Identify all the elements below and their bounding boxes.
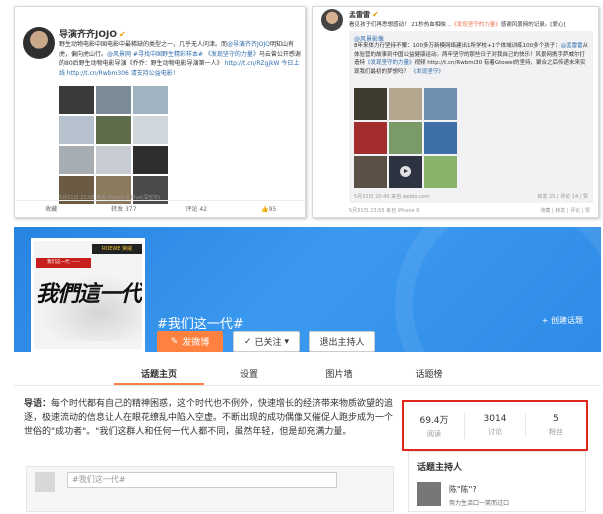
photo-thumbnail[interactable] [96, 116, 131, 144]
host-panel-title: 话题主持人 [417, 463, 463, 473]
caret-down-icon: ▾ [284, 336, 290, 347]
cover-title: 我們這一代 [36, 281, 142, 307]
topic-tabs: 话题主页 设置 图片墙 话题榜 [14, 365, 601, 386]
stat-reads: 69.4万 阅读 [404, 412, 465, 439]
tab-topic-ranking[interactable]: 话题榜 [384, 365, 474, 385]
mention-link[interactable]: @孟雷雷 [561, 43, 583, 49]
photo-thumbnail[interactable] [424, 156, 457, 188]
post-author[interactable]: 孟雷雷 ✔ [349, 10, 379, 20]
weibo-post-left: 导演齐齐JOJO ✔ 野生动物电影中国电影中最稀缺的类型之一，几乎无人问津。而@导… [14, 6, 306, 218]
host-avatar[interactable] [417, 482, 441, 506]
reposted-content: @风景影像 8年来体力行坚持不懈：100多万新模网络建出1所学校+1个体域训练1… [349, 31, 593, 203]
check-icon: ✓ [243, 336, 252, 347]
compose-box: #我们这一代# [26, 466, 394, 512]
favorite-button[interactable]: 收藏 [15, 201, 88, 217]
post-timestamp[interactable]: 5月31日 23:55 来自 iPhone 6 [349, 207, 419, 214]
photo-thumbnail[interactable] [59, 146, 94, 174]
play-icon[interactable] [400, 166, 411, 177]
photo-thumbnail[interactable] [133, 116, 168, 144]
photo-thumbnail[interactable] [389, 156, 422, 188]
cover-badge: 我们这一代 —— [36, 258, 91, 268]
stat-fans: 5 粉丝 [549, 414, 563, 436]
post-action-bar: 收藏 转发 377 评论 42 👍95 [15, 200, 305, 217]
tab-settings[interactable]: 设置 [204, 365, 294, 385]
weibo-post-right: 孟雷雷 ✔ 看见孩子们再思想感动！ 21秒热血相映…《发现坚守的力量》感谢风景网的… [312, 6, 599, 218]
topic-stats: 69.4万 阅读 3014 讨论 5 粉丝 [402, 400, 588, 451]
create-topic-link[interactable]: + 创建话题 [542, 315, 583, 326]
stat-discussions: 3014 讨论 [465, 414, 526, 437]
repost-button[interactable]: 转发 377 [88, 201, 161, 217]
topic-link[interactable]: 《发现坚守的力量》 [365, 60, 415, 66]
photo-grid [354, 88, 457, 188]
repost-counts[interactable]: 转发 25 | 评论 14 | 赞 [537, 193, 588, 200]
host-name[interactable]: 陈"陈"? [449, 484, 477, 495]
mention-link[interactable]: @导演齐齐JOJO [227, 41, 270, 48]
topic-intro: 导语：每个时代都有自己的精神困惑，这个时代也不例外，快速增长的经济带来物质欲望的… [24, 399, 394, 437]
photo-grid [59, 86, 168, 204]
tab-photo-wall[interactable]: 图片墙 [294, 365, 384, 385]
post-action-bar[interactable]: 收藏 | 转发 | 评论 | 赞 [540, 207, 590, 214]
post-weibo-button[interactable]: ✎ 发微博 [157, 331, 223, 352]
photo-thumbnail[interactable] [59, 116, 94, 144]
verified-icon: ✔ [372, 10, 379, 19]
topic-host-panel: 话题主持人 陈"陈"? 努力生活口一笑而过口 [408, 451, 586, 512]
followed-button[interactable]: ✓ 已关注 ▾ [233, 331, 300, 352]
host-motto: 努力生活口一笑而过口 [449, 500, 510, 507]
repost-timestamp[interactable]: 5月31日 20:40 来自 weibo.com [354, 193, 430, 200]
photo-thumbnail[interactable] [133, 146, 168, 174]
avatar[interactable] [23, 27, 55, 59]
photo-thumbnail[interactable] [389, 122, 422, 154]
topic-link[interactable]: @风景网 #寻找中国野生精彩样本# 《发现坚守的力量》 [107, 51, 259, 58]
tab-topic-home[interactable]: 话题主页 [114, 365, 204, 385]
thumbs-up-icon: 👍 [261, 206, 269, 213]
quit-host-button[interactable]: 退出主持人 [309, 331, 375, 352]
photo-thumbnail[interactable] [133, 86, 168, 114]
topic-link[interactable]: 《发现坚守的力量》 [451, 22, 501, 28]
verified-icon: ✔ [119, 30, 126, 39]
photo-thumbnail[interactable] [354, 122, 387, 154]
photo-thumbnail[interactable] [96, 146, 131, 174]
repost-link[interactable]: 《发现坚守》 [411, 69, 444, 75]
compose-input[interactable]: #我们这一代# [67, 472, 337, 488]
photo-thumbnail[interactable] [354, 88, 387, 120]
roewe-logo: ROEWE 荣威 [92, 244, 142, 254]
photo-thumbnail[interactable] [389, 88, 422, 120]
repost-text: 8年来体力行坚持不懈：100多万新模网络建出1所学校+1个体域训练100多个孩子… [354, 43, 589, 75]
photo-thumbnail[interactable] [59, 86, 94, 114]
post-text: 野生动物电影中国电影中最稀缺的类型之一，几乎无人问津。而@导演齐齐JOJO明知山… [59, 41, 301, 77]
photo-thumbnail[interactable] [424, 88, 457, 120]
avatar[interactable] [321, 9, 343, 31]
photo-thumbnail[interactable] [424, 122, 457, 154]
topic-cover: 我们这一代 —— ROEWE 荣威 我們這一代 [31, 238, 145, 352]
post-author[interactable]: 导演齐齐JOJO ✔ [59, 27, 126, 40]
avatar [35, 472, 55, 492]
like-button[interactable]: 👍95 [233, 201, 306, 217]
photo-thumbnail[interactable] [354, 156, 387, 188]
comment-button[interactable]: 评论 42 [160, 201, 233, 217]
topic-title: #我们这一代# [157, 317, 244, 332]
edit-icon: ✎ [170, 336, 179, 347]
photo-thumbnail[interactable] [96, 86, 131, 114]
post-text: 看见孩子们再思想感动！ 21秒热血相映…《发现坚守的力量》感谢风景网的记录。[爱… [349, 22, 566, 28]
topic-page: 我们这一代 —— ROEWE 荣威 我們這一代 #我们这一代# + 创建话题 ✎… [14, 227, 601, 512]
